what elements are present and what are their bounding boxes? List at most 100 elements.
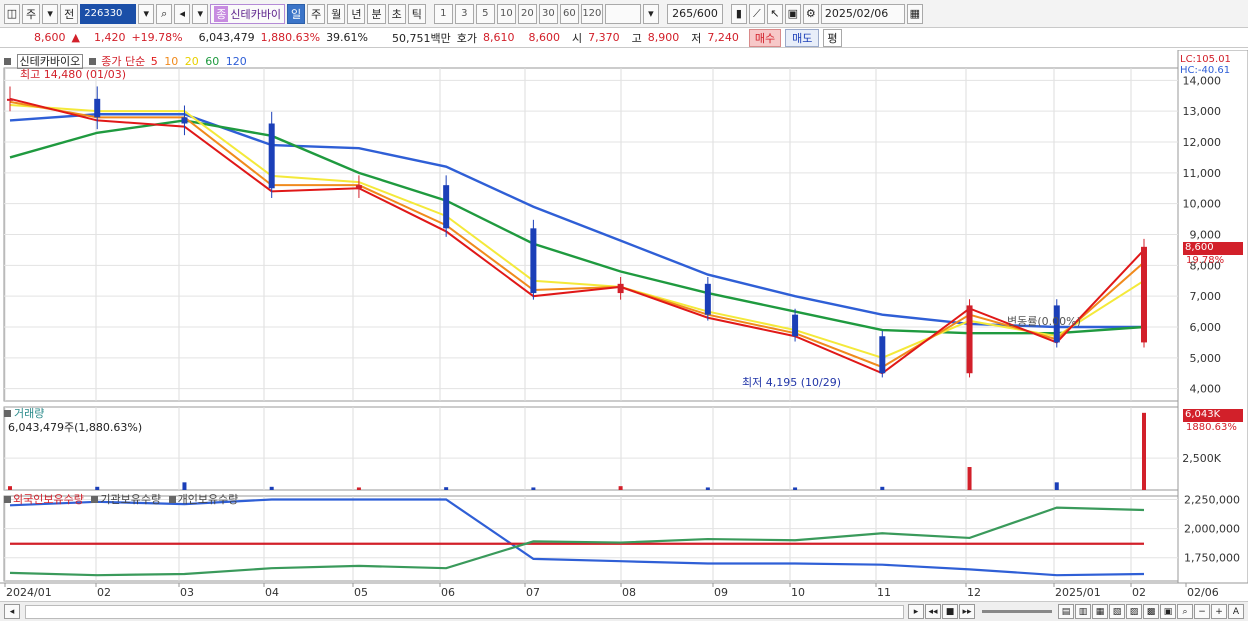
candle-body xyxy=(7,98,13,101)
x-axis-label: 12 xyxy=(967,586,981,599)
legend-ma5: 5 xyxy=(150,55,158,68)
zoom-slider[interactable] xyxy=(982,610,1052,613)
horizontal-scrollbar[interactable] xyxy=(25,604,904,619)
panel-frame xyxy=(3,406,1179,491)
bar-icon[interactable]: ▦ xyxy=(1092,604,1108,619)
period-day-label: 일 xyxy=(290,7,302,21)
lc-label: LC:105.01 xyxy=(1180,54,1231,65)
bid1: 8,610 xyxy=(483,31,515,44)
flat-button[interactable]: 평 xyxy=(823,28,842,47)
search-icon[interactable]: ⌕ xyxy=(156,3,173,24)
interval-10-label: 10 xyxy=(499,8,513,19)
save-icon[interactable]: ▣ xyxy=(784,3,801,24)
gear-icon[interactable]: ⚙ xyxy=(802,3,819,24)
candle-body xyxy=(1141,246,1147,343)
interval-1[interactable]: 1 xyxy=(433,3,453,24)
list-icon[interactable]: ▩ xyxy=(1143,604,1159,619)
speaker-dropdown-icon[interactable]: ▾ xyxy=(192,3,209,24)
line-draw-icon[interactable]: ⟋ xyxy=(748,3,765,24)
volume-bar xyxy=(618,486,623,490)
table-icon[interactable]: ▧ xyxy=(1109,604,1125,619)
x-axis-label: 10 xyxy=(791,586,805,599)
volume-bar xyxy=(967,467,972,490)
volume-bar xyxy=(793,487,798,490)
scroll-left-icon[interactable]: ◂ xyxy=(4,604,20,619)
legend-ma60: 60 xyxy=(205,55,220,68)
volume-bar xyxy=(444,487,449,490)
buy-button[interactable]: 매수 xyxy=(748,28,782,47)
legend-marker-icon xyxy=(4,58,11,65)
period-tab-day[interactable]: 일 xyxy=(286,3,306,24)
candle-body xyxy=(94,98,101,118)
code-dropdown-icon[interactable]: ▾ xyxy=(138,3,155,24)
x-axis-label: 02 xyxy=(97,586,111,599)
grid-icon[interactable]: ▤ xyxy=(1058,604,1074,619)
cursor-icon[interactable]: ↖ xyxy=(766,3,783,24)
plus-icon[interactable]: + xyxy=(1211,604,1227,619)
interval-60[interactable]: 60 xyxy=(559,3,579,24)
date-input[interactable]: 2025/02/06 xyxy=(820,3,905,24)
interval-10[interactable]: 10 xyxy=(496,3,516,24)
period-main-label: 주 xyxy=(26,7,37,21)
legend-marker-icon xyxy=(88,58,96,65)
panel-frame xyxy=(3,495,1179,582)
interval-3[interactable]: 3 xyxy=(454,3,474,24)
speaker-icon[interactable]: ◂ xyxy=(174,3,191,24)
stock-code-input[interactable]: 226330 xyxy=(80,3,137,24)
volume-bar xyxy=(356,487,361,490)
period-tab-second[interactable]: 초 xyxy=(387,3,406,24)
interval-30[interactable]: 30 xyxy=(538,3,558,24)
period-tick-label: 틱 xyxy=(411,7,422,21)
interval-20[interactable]: 20 xyxy=(517,3,537,24)
stop-icon[interactable]: ■ xyxy=(942,604,958,619)
prev-button[interactable]: 전 xyxy=(60,3,79,24)
minus-icon[interactable]: − xyxy=(1194,604,1210,619)
toolbar: ◫ 주 ▾ 전 226330 ▾ ⌕ ◂ ▾ 종 신테카바이 일 주 월 년 분… xyxy=(0,0,1248,28)
zoom-icon[interactable]: ⌕ xyxy=(1177,604,1193,619)
legend-individual: 개인보유수량 xyxy=(177,493,239,506)
period-tab-month[interactable]: 월 xyxy=(327,3,346,24)
custom-interval-input[interactable] xyxy=(604,3,641,24)
volume-bar xyxy=(1142,412,1146,490)
period-tab-tick[interactable]: 틱 xyxy=(407,3,426,24)
legend-marker-icon xyxy=(4,410,11,417)
legend-institution: 기관보유수량 xyxy=(100,493,162,506)
x-axis-label: 02 xyxy=(1132,586,1146,599)
period-tab-minute[interactable]: 분 xyxy=(367,3,386,24)
rewind-icon[interactable]: ◂◂ xyxy=(925,604,941,619)
volume-bar xyxy=(531,487,536,490)
sell-button[interactable]: 매도 xyxy=(785,28,820,47)
price-tick-label: 7,000 xyxy=(1190,290,1222,303)
layout-icon[interactable]: ▥ xyxy=(1075,604,1091,619)
zoom-value: 265/600 xyxy=(672,7,718,20)
calendar-icon[interactable]: ▦ xyxy=(906,3,923,24)
zoom-input[interactable]: 265/600 xyxy=(666,3,723,24)
custom-interval-dropdown-icon[interactable]: ▾ xyxy=(642,3,659,24)
x-axis-label: 04 xyxy=(265,586,279,599)
candle-chart-icon[interactable]: ▮ xyxy=(730,3,747,24)
interval-120[interactable]: 120 xyxy=(580,3,603,24)
period-year-label: 년 xyxy=(351,7,362,21)
period-main-select[interactable]: 주 xyxy=(22,3,41,24)
stack-icon[interactable]: ▨ xyxy=(1126,604,1142,619)
stock-name-field[interactable]: 종 신테카바이 xyxy=(210,3,285,24)
text-icon[interactable]: A xyxy=(1228,604,1244,619)
period-tab-year[interactable]: 년 xyxy=(347,3,366,24)
fast-forward-icon[interactable]: ▸▸ xyxy=(959,604,975,619)
x-axis-label: 2024/01 xyxy=(6,586,52,599)
interval-20-label: 20 xyxy=(520,8,534,19)
play-icon[interactable]: ▸ xyxy=(908,604,924,619)
chevron-down-icon[interactable]: ▾ xyxy=(42,3,59,24)
interval-3-label: 3 xyxy=(461,8,468,19)
chart-icon[interactable]: ▣ xyxy=(1160,604,1176,619)
volume-bar xyxy=(182,482,187,490)
x-axis-label: 2025/01 xyxy=(1055,586,1101,599)
date-value: 2025/02/06 xyxy=(824,7,889,20)
interval-5[interactable]: 5 xyxy=(475,3,495,24)
candle-body xyxy=(704,283,711,315)
period-tab-week[interactable]: 주 xyxy=(307,3,326,24)
legend-ma120: 120 xyxy=(225,55,247,68)
window-icon[interactable]: ◫ xyxy=(4,3,20,24)
legend-ma20: 20 xyxy=(184,55,199,68)
price-change-pct: +19.78% xyxy=(131,31,183,44)
